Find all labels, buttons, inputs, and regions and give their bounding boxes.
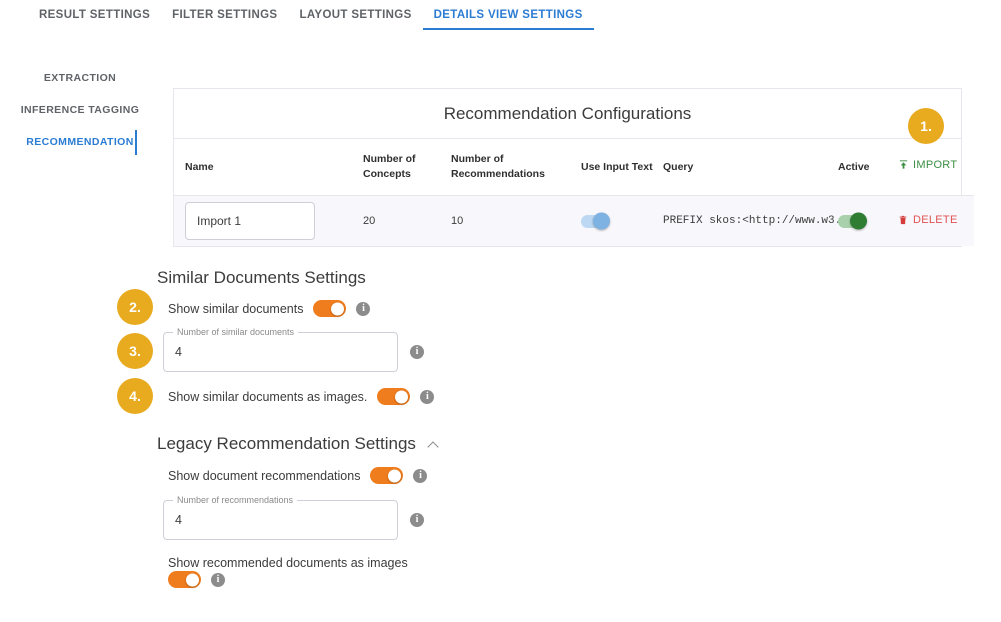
number-of-recommendations-field: Number of recommendations i [163,500,424,540]
column-header-use-input-text: Use Input Text [581,139,663,196]
show-similar-documents-as-images-toggle[interactable] [377,388,410,405]
info-icon[interactable]: i [410,513,424,527]
cell-use-input-text [581,196,663,247]
show-recommended-documents-as-images-toggle[interactable] [168,571,201,588]
show-recommended-documents-as-images-label: Show recommended documents as images [168,556,408,570]
import-button[interactable]: IMPORT [898,159,957,171]
number-of-similar-documents-field: Number of similar documents i [163,332,424,372]
number-of-similar-documents-input-wrapper: Number of similar documents [163,332,398,372]
table-header-row: Name Number of Concepts Number of Recomm… [174,139,974,196]
number-of-similar-documents-legend: Number of similar documents [173,327,298,337]
column-header-active: Active [838,139,898,196]
show-similar-documents-label: Show similar documents [168,302,303,316]
info-icon[interactable]: i [211,573,225,587]
cell-active [838,196,898,247]
show-document-recommendations-row: Show document recommendations i [168,467,427,484]
nav-item-recommendation[interactable]: RECOMMENDATION [0,126,160,158]
cell-name [174,196,363,247]
delete-button-label: DELETE [913,214,958,226]
callout-badge-1: 1. [908,108,944,144]
number-of-recommendations-legend: Number of recommendations [173,495,297,505]
upload-icon [898,159,909,170]
nav-item-extraction[interactable]: EXTRACTION [0,62,160,94]
legacy-recommendation-settings-title: Legacy Recommendation Settings [157,434,416,454]
show-similar-documents-toggle[interactable] [313,300,346,317]
delete-button[interactable]: DELETE [898,214,958,226]
show-document-recommendations-toggle[interactable] [370,467,403,484]
show-similar-documents-as-images-row: Show similar documents as images. i [168,388,434,405]
callout-badge-4: 4. [117,378,153,414]
nav-item-inference-tagging[interactable]: INFERENCE TAGGING [0,94,160,126]
show-similar-documents-row: Show similar documents i [168,300,370,317]
tab-result-settings[interactable]: RESULT SETTINGS [28,9,161,30]
table-row: 20 10 PREFIX skos:<http://www.w3.org [174,196,974,247]
chevron-up-icon[interactable] [428,439,439,450]
legacy-recommendation-settings-header: Legacy Recommendation Settings [157,434,439,454]
toggle-knob [186,573,199,586]
config-name-input[interactable] [185,202,315,240]
callout-badge-2: 2. [117,289,153,325]
number-of-similar-documents-input[interactable] [164,333,397,371]
column-header-query: Query [663,139,838,196]
toggle-knob [388,469,401,482]
left-nav: EXTRACTION INFERENCE TAGGING RECOMMENDAT… [0,62,160,159]
info-icon[interactable]: i [413,469,427,483]
column-header-import: IMPORT [898,139,974,196]
callout-badge-3: 3. [117,333,153,369]
toggle-knob [593,213,610,230]
active-toggle[interactable] [838,215,864,228]
tab-layout-settings[interactable]: LAYOUT SETTINGS [288,9,422,30]
show-document-recommendations-label: Show document recommendations [168,469,360,483]
trash-icon [898,214,908,226]
info-icon[interactable]: i [420,390,434,404]
recommendation-configurations-table: Name Number of Concepts Number of Recomm… [174,139,974,246]
show-recommended-documents-as-images-row: i [168,571,225,588]
show-recommended-documents-as-images-label-row: Show recommended documents as images [168,556,408,570]
cell-query: PREFIX skos:<http://www.w3.org [663,196,838,247]
cell-number-of-recommendations: 10 [451,196,581,247]
settings-tab-bar: RESULT SETTINGS FILTER SETTINGS LAYOUT S… [0,0,1001,35]
column-header-number-of-recommendations: Number of Recommendations [451,139,581,196]
toggle-knob [850,213,867,230]
toggle-knob [331,302,344,315]
cell-number-of-concepts: 20 [363,196,451,247]
number-of-recommendations-input[interactable] [164,501,397,539]
column-header-name: Name [174,139,363,196]
toggle-knob [395,390,408,403]
use-input-text-toggle[interactable] [581,215,607,228]
number-of-recommendations-input-wrapper: Number of recommendations [163,500,398,540]
info-icon[interactable]: i [410,345,424,359]
show-similar-documents-as-images-label: Show similar documents as images. [168,390,367,404]
recommendation-configurations-card: Recommendation Configurations Name Numbe… [173,88,962,247]
similar-documents-settings-title: Similar Documents Settings [157,268,366,288]
card-title: Recommendation Configurations [174,89,961,139]
import-button-label: IMPORT [913,159,957,171]
cell-delete: DELETE [898,196,974,247]
column-header-number-of-concepts: Number of Concepts [363,139,451,196]
info-icon[interactable]: i [356,302,370,316]
tab-filter-settings[interactable]: FILTER SETTINGS [161,9,288,30]
tab-details-view-settings[interactable]: DETAILS VIEW SETTINGS [423,9,594,30]
